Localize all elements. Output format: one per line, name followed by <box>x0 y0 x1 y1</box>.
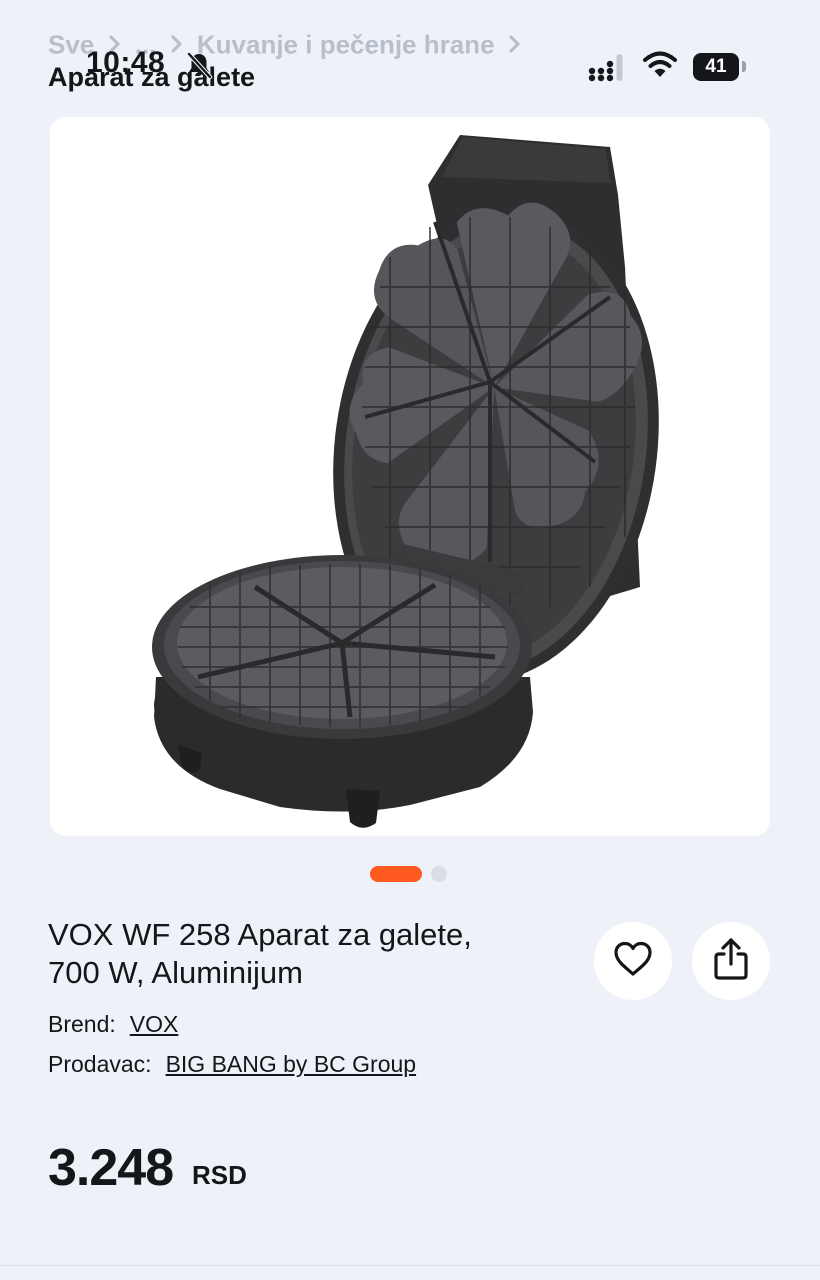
carousel-indicator <box>0 864 820 884</box>
wifi-icon <box>642 50 678 85</box>
seller-label: Prodavac: <box>48 1051 152 1077</box>
brand-row: Brend: VOX <box>48 1011 178 1038</box>
carousel-dot-active[interactable] <box>370 866 422 882</box>
battery-level: 41 <box>705 56 727 77</box>
product-title-line2: 700 W, Aluminijum <box>48 955 303 990</box>
bell-muted-icon <box>184 50 214 85</box>
chevron-right-icon <box>508 30 522 61</box>
breadcrumb-item-category[interactable]: Kuvanje i pečenje hrane <box>197 30 495 60</box>
carousel-dot[interactable] <box>431 866 447 882</box>
battery-cap <box>742 61 746 72</box>
seller-row: Prodavac: BIG BANG by BC Group <box>48 1051 416 1078</box>
brand-link[interactable]: VOX <box>130 1011 179 1037</box>
chevron-right-icon <box>170 30 184 61</box>
status-time: 10:48 <box>86 46 166 79</box>
heart-icon <box>613 941 653 982</box>
cellular-signal-icon <box>588 54 630 87</box>
product-title-line1: VOX WF 258 Aparat za galete, <box>48 917 472 952</box>
product-title: VOX WF 258 Aparat za galete, 700 W, Alum… <box>48 916 568 992</box>
favorite-button[interactable] <box>594 922 672 1000</box>
price-currency: RSD <box>192 1160 247 1190</box>
product-price: 3.248 <box>48 1139 174 1197</box>
share-button[interactable] <box>692 922 770 1000</box>
brand-label: Brend: <box>48 1011 116 1037</box>
seller-link[interactable]: BIG BANG by BC Group <box>166 1051 417 1077</box>
waffle-maker-image <box>152 135 659 828</box>
battery-icon: 41 <box>693 53 739 81</box>
divider <box>0 1265 820 1266</box>
product-image[interactable] <box>50 117 770 836</box>
share-icon <box>713 937 749 986</box>
